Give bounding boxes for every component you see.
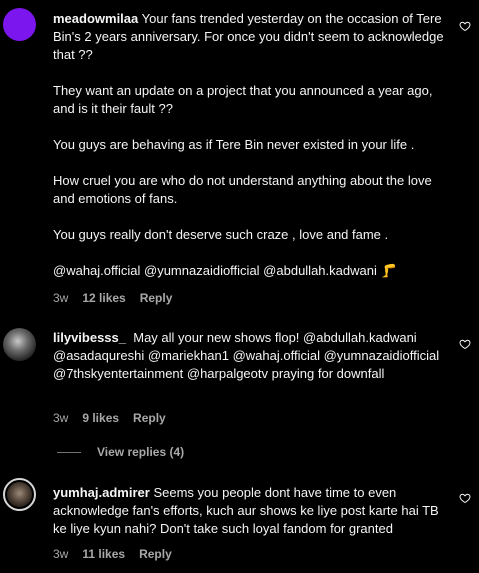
divider: [57, 451, 81, 453]
reply-button[interactable]: Reply: [139, 545, 172, 563]
comment-body: meadowmilaa Your fans trended yesterday …: [53, 10, 445, 280]
heart-icon[interactable]: [459, 20, 471, 32]
comment-text: They want an update on a project that yo…: [53, 83, 433, 116]
comment-time: 3w: [53, 291, 69, 305]
likes-count[interactable]: 9 likes: [82, 409, 119, 427]
likes-count[interactable]: 12 likes: [82, 289, 125, 307]
comment-text: How cruel you are who do not understand …: [53, 173, 432, 206]
heart-icon[interactable]: [459, 338, 471, 350]
comment-username[interactable]: yumhaj.admirer: [53, 485, 150, 500]
comment-time: 3w: [53, 547, 69, 561]
likes-count[interactable]: 11 likes: [82, 545, 125, 563]
reply-button[interactable]: Reply: [133, 409, 166, 427]
avatar[interactable]: [3, 328, 36, 361]
comment-text: You guys really don't deserve such craze…: [53, 227, 389, 242]
reply-button[interactable]: Reply: [140, 289, 173, 307]
comment-username[interactable]: lilyvibesss_: [53, 330, 126, 345]
comment-text: You guys are behaving as if Tere Bin nev…: [53, 137, 415, 152]
avatar[interactable]: [3, 478, 36, 511]
comment-text: @wahaj.official @yumnazaidiofficial @abd…: [53, 263, 397, 278]
view-replies-button[interactable]: View replies (4): [57, 443, 184, 461]
view-replies-label: View replies (4): [97, 445, 185, 459]
avatar[interactable]: [3, 8, 36, 41]
comment-body: lilyvibesss_ May all your new shows flop…: [53, 329, 445, 383]
comment-meta: 3w 11 likes Reply: [53, 545, 172, 563]
comment-body: yumhaj.admirer Seems you people dont hav…: [53, 484, 445, 538]
comment-time: 3w: [53, 411, 69, 425]
comment-username[interactable]: meadowmilaa: [53, 11, 138, 26]
heart-icon[interactable]: [459, 492, 471, 504]
comment-meta: 3w 9 likes Reply: [53, 409, 166, 427]
comment-meta: 3w 12 likes Reply: [53, 289, 172, 307]
